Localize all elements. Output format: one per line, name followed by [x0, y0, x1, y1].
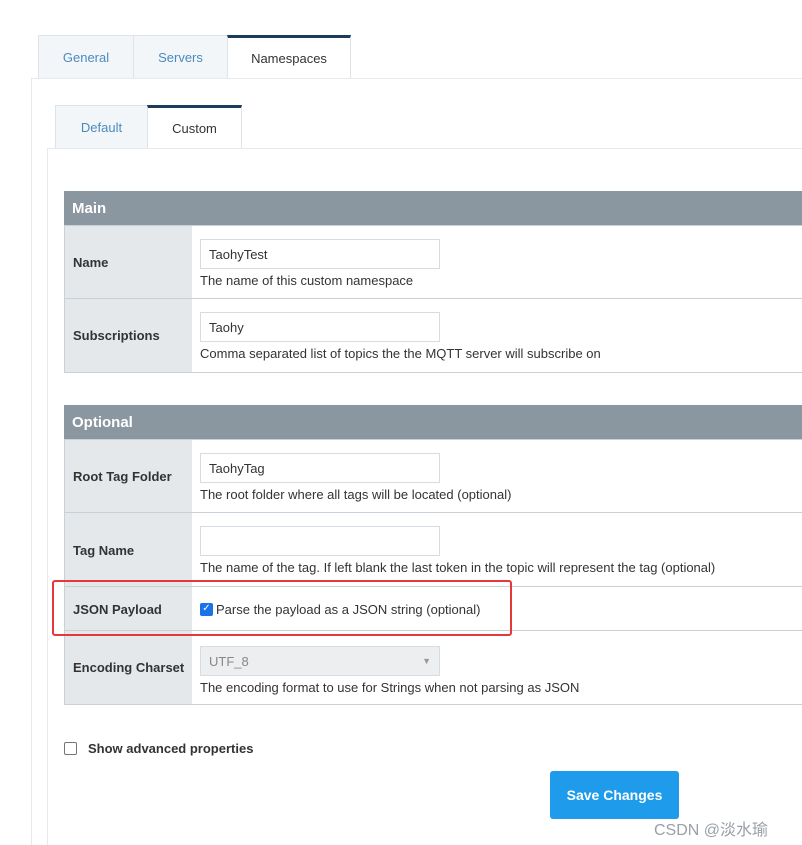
save-changes-label: Save Changes: [566, 787, 663, 803]
tag-name-label: Tag Name: [65, 513, 192, 587]
row-root-tag-folder: Root Tag Folder TaohyTag The root folder…: [64, 439, 802, 513]
advanced-properties-toggle[interactable]: Show advanced properties: [64, 741, 253, 756]
name-input[interactable]: TaohyTest: [200, 239, 440, 269]
tab-general-label: General: [62, 49, 110, 65]
section-title-main: Main: [72, 199, 107, 217]
root-tag-folder-input-value: TaohyTag: [209, 460, 265, 476]
row-subscriptions: Subscriptions Taohy Comma separated list…: [64, 298, 802, 373]
tab-general[interactable]: General: [38, 35, 134, 78]
tab-servers-label: Servers: [158, 49, 203, 65]
tab-default[interactable]: Default: [55, 105, 148, 148]
subscriptions-input[interactable]: Taohy: [200, 312, 440, 342]
chevron-down-icon: ▼: [422, 656, 431, 666]
row-name: Name TaohyTest The name of this custom n…: [64, 225, 802, 299]
section-header-optional: Optional: [64, 405, 802, 439]
json-payload-highlight: [52, 580, 512, 636]
name-input-value: TaohyTest: [209, 246, 268, 262]
tab-namespaces-label: Namespaces: [251, 51, 327, 66]
encoding-charset-help: The encoding format to use for Strings w…: [200, 680, 580, 695]
section-title-optional: Optional: [72, 413, 133, 431]
encoding-charset-label: Encoding Charset: [65, 631, 192, 704]
tab-servers[interactable]: Servers: [133, 35, 228, 78]
encoding-charset-value: UTF_8: [209, 653, 249, 669]
advanced-properties-checkbox[interactable]: [64, 742, 77, 755]
root-tag-folder-help: The root folder where all tags will be l…: [200, 487, 512, 502]
name-help: The name of this custom namespace: [200, 273, 414, 288]
root-tag-folder-input[interactable]: TaohyTag: [200, 453, 440, 483]
tab-custom-label: Custom: [172, 121, 217, 136]
tag-name-help: The name of the tag. If left blank the l…: [200, 560, 716, 575]
tab-custom[interactable]: Custom: [147, 105, 242, 149]
tab-namespaces[interactable]: Namespaces: [227, 35, 351, 79]
tab-default-label: Default: [80, 119, 123, 135]
save-changes-button[interactable]: Save Changes: [550, 771, 679, 819]
advanced-properties-label: Show advanced properties: [88, 741, 254, 756]
encoding-charset-select[interactable]: UTF_8 ▼: [200, 646, 440, 676]
section-header-main: Main: [64, 191, 802, 225]
subscriptions-help: Comma separated list of topics the the M…: [200, 346, 601, 361]
root-tag-folder-label: Root Tag Folder: [65, 440, 192, 513]
subscriptions-input-value: Taohy: [209, 319, 244, 335]
name-label: Name: [65, 226, 192, 299]
row-encoding-charset: Encoding Charset UTF_8 ▼ The encoding fo…: [64, 630, 802, 705]
tag-name-input[interactable]: [200, 526, 440, 556]
watermark: CSDN @淡水瑜: [654, 822, 769, 839]
row-tag-name: Tag Name The name of the tag. If left bl…: [64, 512, 802, 587]
subscriptions-label: Subscriptions: [65, 299, 192, 372]
